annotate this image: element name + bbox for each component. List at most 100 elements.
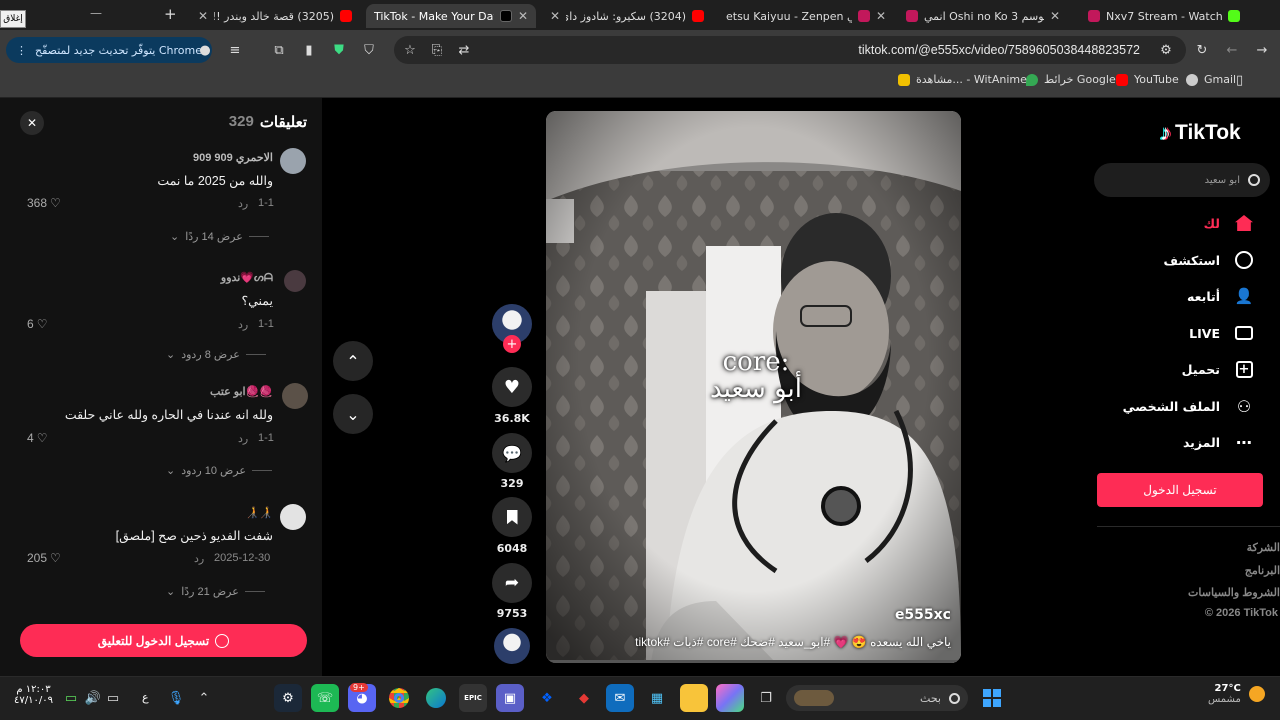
microphone-icon[interactable]: 🎙 xyxy=(167,689,185,707)
reply-button[interactable]: رد xyxy=(194,552,204,565)
video-author[interactable]: e555xc xyxy=(895,607,951,623)
file-explorer-icon[interactable] xyxy=(680,684,708,712)
media-control-icon[interactable]: ≡ xyxy=(226,41,244,59)
bookmarks-overflow-icon[interactable]: ▯ xyxy=(1236,73,1243,88)
puzzle-extensions-icon[interactable]: ⧉ xyxy=(270,41,288,59)
tab-close-icon[interactable]: ✕ xyxy=(550,9,560,23)
avatar[interactable] xyxy=(280,504,306,530)
outlook-icon[interactable]: ✉ xyxy=(606,684,634,712)
nav-live[interactable]: LIVE xyxy=(1189,321,1256,345)
forward-icon[interactable]: ← xyxy=(1223,41,1241,59)
comment-like-button[interactable]: 4 ♡ xyxy=(27,431,47,445)
weather-widget[interactable]: 27°C مشمس xyxy=(1208,683,1265,705)
volume-icon[interactable]: 🔊 xyxy=(84,689,102,707)
comment-username[interactable]: 🧑‍🦯🧑‍🦯 xyxy=(246,506,273,519)
start-button[interactable] xyxy=(978,684,1006,712)
bookmark-gmail[interactable]: Gmail xyxy=(1186,73,1236,86)
comment-username[interactable]: ابو عتب🧶🧶 xyxy=(210,385,273,398)
tab-close-icon[interactable]: ✕ xyxy=(198,9,208,23)
view-replies-button[interactable]: ⌄ عرض 8 ردود xyxy=(166,348,266,361)
bookmark-witanime[interactable]: مشاهدة... - WitAnime xyxy=(898,73,1027,86)
clock[interactable]: ١٢:٠٣ م ٤٧/١٠/٠٩ xyxy=(14,684,53,706)
extension-icon[interactable]: ▮ xyxy=(300,41,318,59)
login-to-comment-button[interactable]: تسجيل الدخول للتعليق xyxy=(20,624,307,657)
tab-tiktok[interactable]: TikTok - Make Your Day ✕ xyxy=(366,4,536,28)
reply-button[interactable]: رد xyxy=(238,318,248,331)
sound-disc-avatar[interactable] xyxy=(494,628,530,664)
nav-upload[interactable]: تحميل + xyxy=(1182,357,1256,381)
extension-avatar-icon[interactable]: ● xyxy=(196,41,214,59)
display-icon[interactable]: ▭ xyxy=(104,689,122,707)
bookmark-youtube[interactable]: YouTube xyxy=(1116,73,1179,86)
comment-like-button[interactable]: 6 ♡ xyxy=(27,317,47,331)
video-progress-bar[interactable] xyxy=(546,660,961,663)
view-replies-button[interactable]: ⌄ عرض 21 ردًا xyxy=(166,585,265,598)
like-button[interactable]: ♥ xyxy=(492,367,532,407)
avatar[interactable] xyxy=(284,270,306,292)
comment-like-button[interactable]: 205 ♡ xyxy=(27,551,61,565)
nav-profile[interactable]: الملف الشخصي ⚇ xyxy=(1123,394,1256,418)
tab-close-icon[interactable]: ✕ xyxy=(876,9,886,23)
copilot-icon[interactable] xyxy=(716,684,744,712)
translate-icon[interactable]: ⇄ xyxy=(455,41,473,59)
footer-program[interactable]: البرنامج xyxy=(1245,564,1280,577)
next-video-button[interactable]: ⌄ xyxy=(333,394,373,434)
url-text[interactable]: tiktok.com/@e555xc/video/758960503844882… xyxy=(858,43,1140,57)
login-button[interactable]: تسجيل الدخول xyxy=(1097,473,1263,507)
red-app-icon[interactable]: ◆ xyxy=(570,684,598,712)
avatar[interactable] xyxy=(280,148,306,174)
input-language[interactable]: ع xyxy=(142,691,149,704)
store-icon[interactable]: ▦ xyxy=(643,684,671,712)
nav-for-you[interactable]: لك xyxy=(1204,211,1256,235)
bookmark-maps[interactable]: خرائط Google xyxy=(1026,73,1116,86)
comment-username[interactable]: 909 الاحمري 909 xyxy=(193,151,273,164)
avatar[interactable] xyxy=(282,383,308,409)
taskbar-search[interactable]: بحث xyxy=(786,685,968,711)
app-icon[interactable]: ▣ xyxy=(496,684,524,712)
bookmark-star-icon[interactable]: ☆ xyxy=(401,41,419,59)
video-player[interactable]: core: أبو سعيد e555xc ياخي الله يسعده 😍 … xyxy=(546,111,961,663)
whatsapp-icon[interactable]: ☏ xyxy=(311,684,339,712)
tab-close-icon[interactable]: ✕ xyxy=(1050,9,1060,23)
epic-games-icon[interactable]: EPIC xyxy=(459,684,487,712)
battery-icon[interactable]: ▭ xyxy=(62,689,80,707)
comment-like-button[interactable]: 368 ♡ xyxy=(27,196,61,210)
chrome-icon[interactable] xyxy=(385,684,413,712)
edge-icon[interactable] xyxy=(422,684,450,712)
nav-more[interactable]: المزيد ⋯ xyxy=(1183,430,1256,454)
footer-terms[interactable]: الشروط والسياسات xyxy=(1188,586,1280,599)
back-icon[interactable]: → xyxy=(1253,41,1271,59)
follow-plus-button[interactable]: + xyxy=(503,335,521,353)
nav-following[interactable]: أتابعه 👤 xyxy=(1187,284,1256,308)
steam-icon[interactable]: ⚙ xyxy=(274,684,302,712)
search-input[interactable]: ابو سعيد xyxy=(1094,163,1270,197)
reply-button[interactable]: رد xyxy=(238,197,248,210)
footer-company[interactable]: الشركة xyxy=(1247,541,1280,554)
reload-icon[interactable]: ↻ xyxy=(1193,41,1211,59)
save-button[interactable] xyxy=(492,497,532,537)
tiktok-logo[interactable]: ♪ TikTok xyxy=(1160,120,1241,146)
nav-explore[interactable]: استكشف xyxy=(1163,248,1256,272)
site-settings-icon[interactable]: ⚙ xyxy=(1157,41,1175,59)
comment-username[interactable]: ندوو💗ᔕᗩ xyxy=(221,271,273,285)
view-replies-button[interactable]: ⌄ عرض 14 ردًا xyxy=(170,230,269,243)
shield-extension-icon[interactable]: ⛊ xyxy=(330,41,348,59)
previous-video-button[interactable]: ⌃ xyxy=(333,341,373,381)
tab-close-icon[interactable]: ✕ xyxy=(518,9,528,23)
security-extension-icon[interactable]: ⛉ xyxy=(360,41,378,59)
new-tab-button[interactable]: + xyxy=(164,5,177,23)
dropbox-icon[interactable]: ❖ xyxy=(533,684,561,712)
tab-anime-1[interactable]: etsu Kaiyuu - Zenpen انمي ✕ xyxy=(718,4,894,28)
tab-youtube-2[interactable]: ✕ (3204) سكيرو: شادوز داي توا xyxy=(542,4,714,28)
tray-overflow-icon[interactable]: ⌃ xyxy=(195,689,213,707)
reply-button[interactable]: رد xyxy=(238,432,248,445)
chrome-update-button[interactable]: ⋮ يتوفّر تحديث جديد لمتصفّح Chrome xyxy=(6,37,212,63)
tab-youtube-1[interactable]: ✕ (3205) قصة خالد وبندر !!! ال xyxy=(190,4,360,28)
tab-anime-2[interactable]: انمي Oshi no Ko الموسم 3 ✕ xyxy=(898,4,1074,28)
comment-button[interactable]: 💬 xyxy=(492,433,532,473)
view-replies-button[interactable]: ⌄ عرض 10 ردود xyxy=(166,464,272,477)
task-view-icon[interactable]: ❐ xyxy=(752,684,780,712)
install-app-icon[interactable]: ⎘ xyxy=(428,41,446,59)
close-comments-button[interactable]: ✕ xyxy=(20,111,44,135)
tab-kick[interactable]: Nxv7 Stream - Watch Live xyxy=(1080,4,1250,28)
